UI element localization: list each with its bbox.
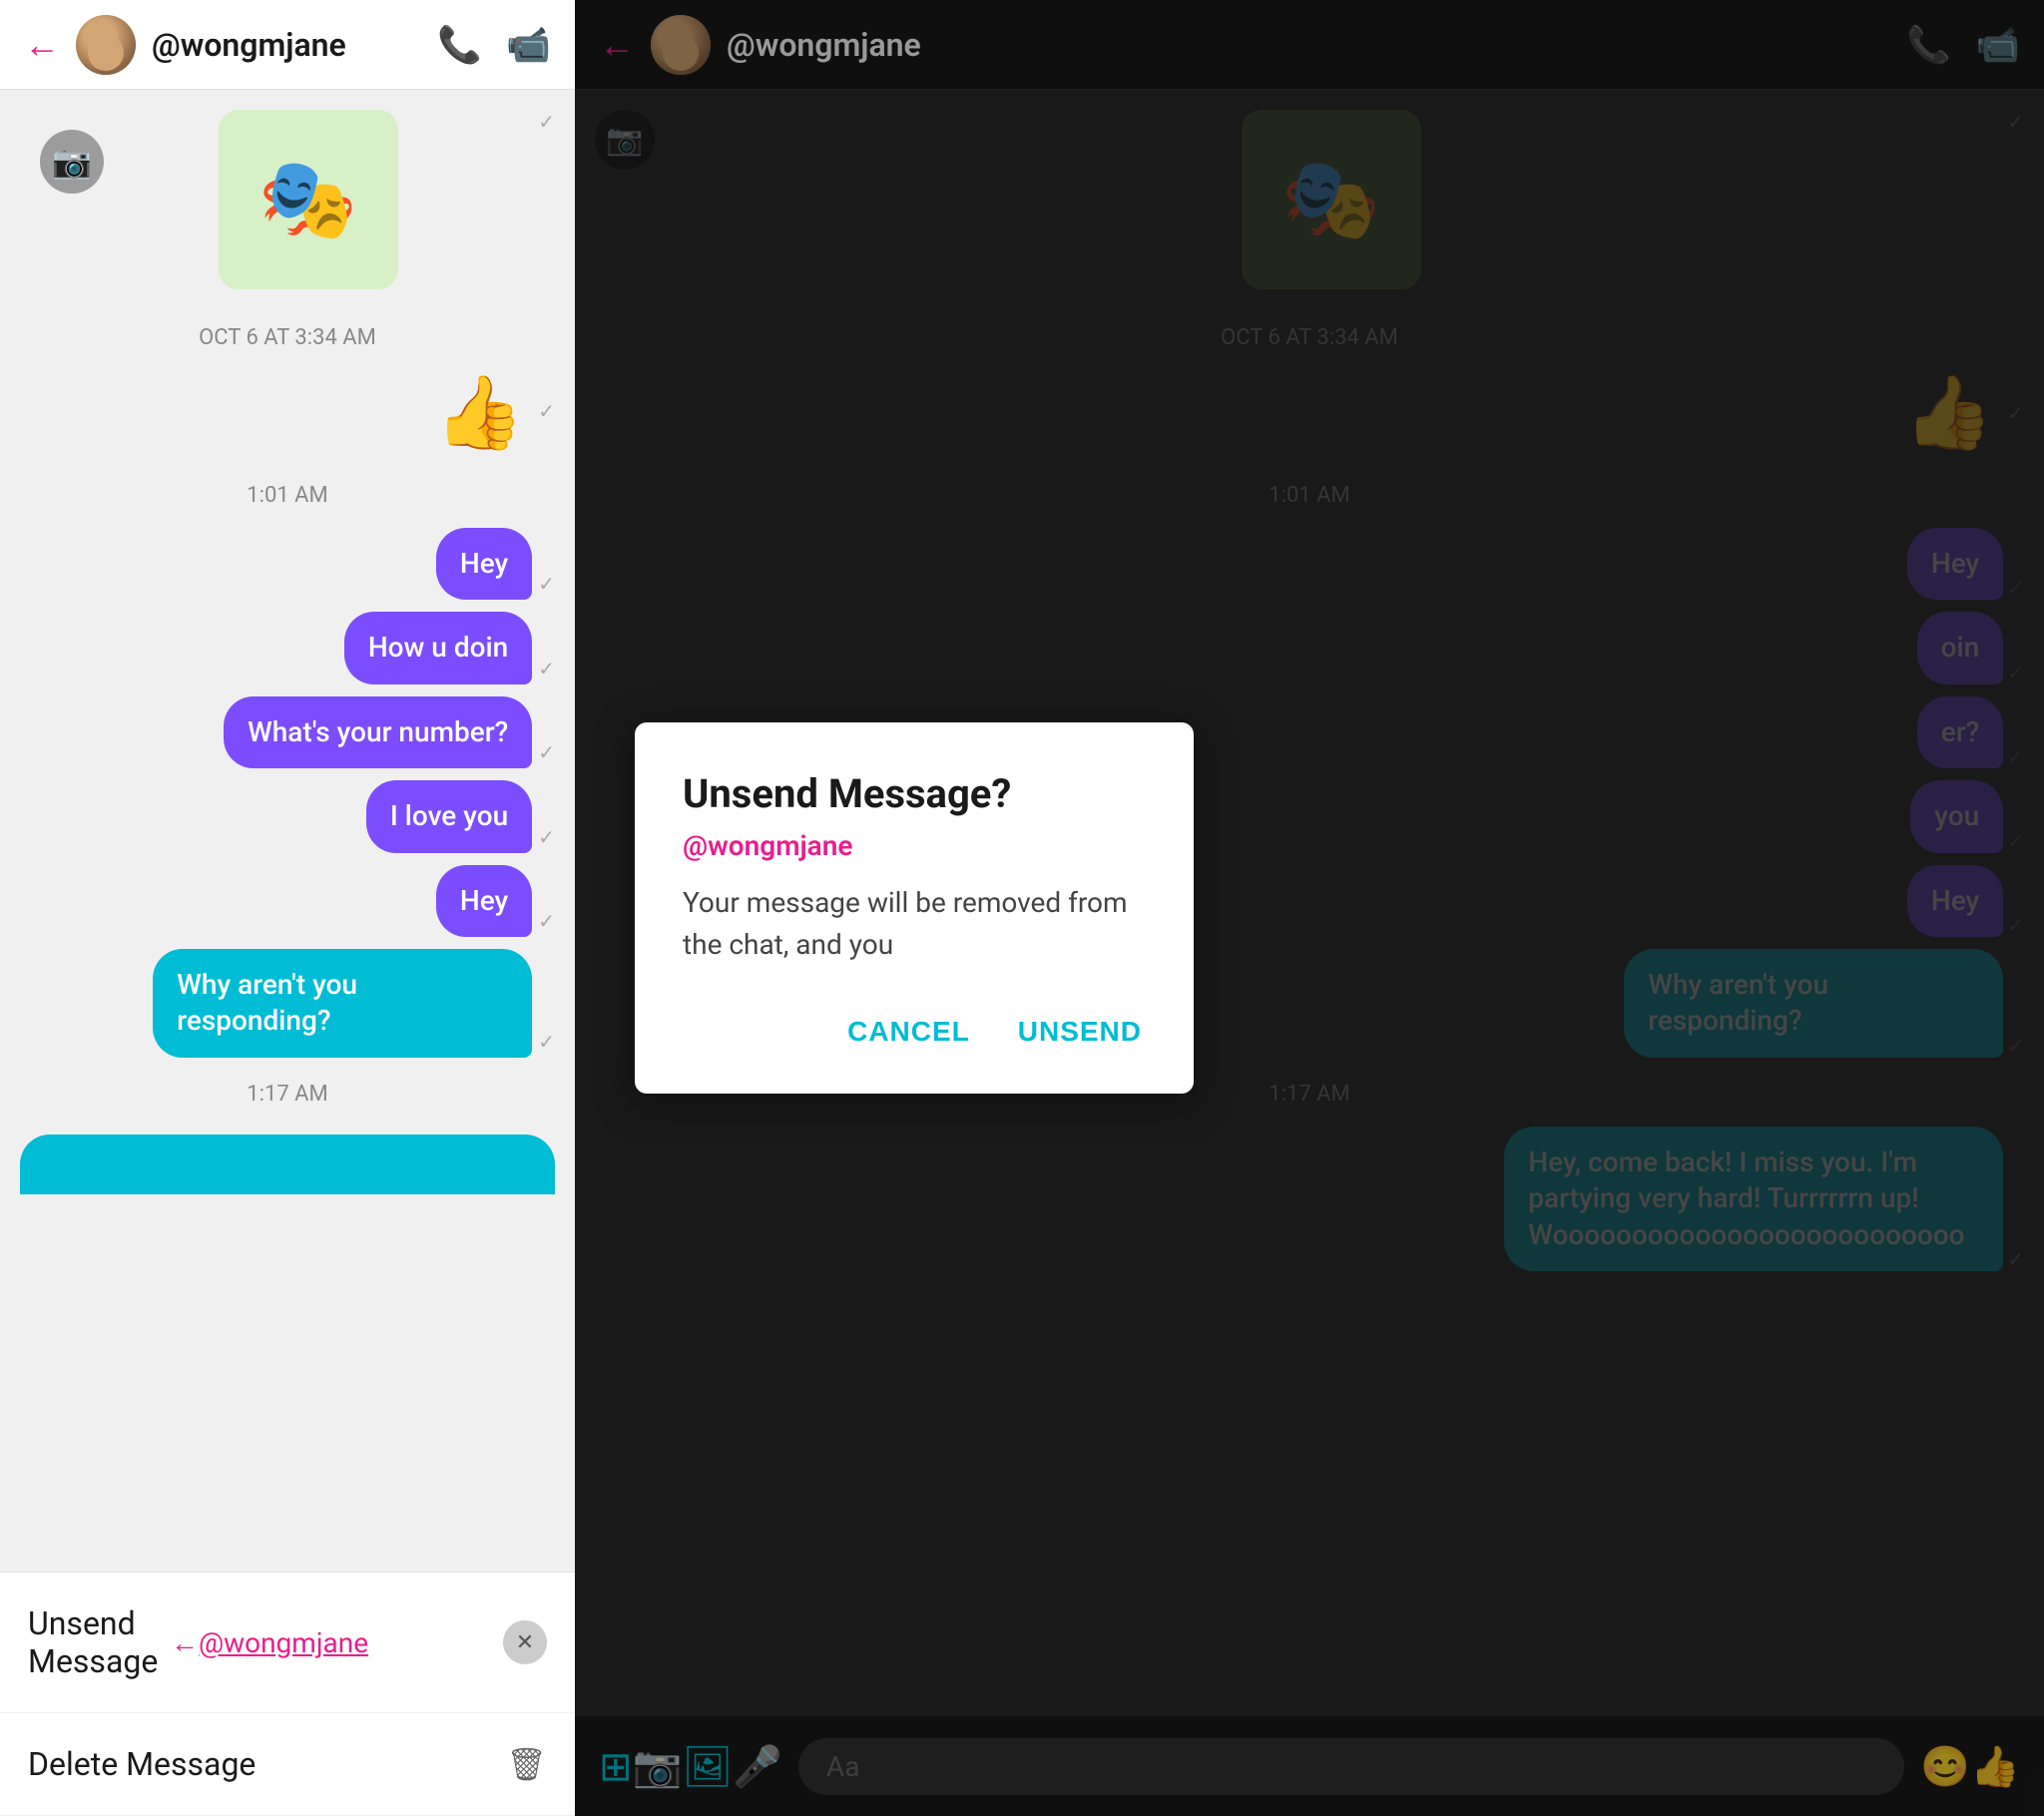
- check6: ✓: [538, 1030, 555, 1054]
- bubble-hey[interactable]: Hey: [436, 528, 532, 600]
- oct-timestamp: OCT 6 AT 3:34 AM: [20, 325, 555, 350]
- check2: ✓: [538, 657, 555, 681]
- bubble-love[interactable]: I love you: [366, 780, 532, 852]
- dialog-body: Your message will be removed from the ch…: [683, 882, 1146, 966]
- check3: ✓: [538, 740, 555, 764]
- unsend-arrow-icon: ←: [171, 1626, 199, 1659]
- bubble-hey2[interactable]: Hey: [436, 865, 532, 937]
- t117-timestamp: 1:17 AM: [20, 1082, 555, 1107]
- thumbs-check: ✓: [538, 399, 555, 423]
- back-button[interactable]: ←: [24, 24, 60, 66]
- bottom-sheet: Unsend Message ← @wongmjane ✕ Delete Mes…: [0, 1572, 575, 1816]
- dialog-title: Unsend Message?: [683, 770, 1146, 817]
- bubble-responding[interactable]: Why aren't you responding?: [153, 949, 532, 1058]
- delete-label: Delete Message: [28, 1745, 506, 1783]
- dialog-actions: CANCEL UNSEND: [683, 1006, 1146, 1058]
- cancel-button[interactable]: CANCEL: [843, 1006, 974, 1058]
- dialog-overlay: Unsend Message? @wongmjane Your message …: [575, 0, 2044, 1816]
- username-label: @wongmjane: [152, 26, 421, 64]
- close-icon: ✕: [516, 1630, 534, 1655]
- msg-love: I love you ✓: [20, 780, 555, 852]
- msg-hey: Hey ✓: [20, 528, 555, 600]
- camera-icon: 📷: [52, 143, 92, 181]
- check4: ✓: [538, 825, 555, 849]
- msg-hey2: Hey ✓: [20, 865, 555, 937]
- avatar[interactable]: [76, 15, 136, 75]
- close-button[interactable]: ✕: [503, 1620, 547, 1664]
- unsend-button[interactable]: UNSEND: [1014, 1006, 1146, 1058]
- right-panel: ← @wongmjane 📞 📹 📷 🎭 ✓ OCT 6 AT 3:34 AM …: [575, 0, 2044, 1816]
- header-icons: 📞 📹: [437, 24, 551, 66]
- sticker-image: 🎭: [219, 110, 398, 289]
- dialog-username: @wongmjane: [683, 829, 1146, 862]
- check-icon: ✓: [538, 110, 555, 134]
- left-chat-area: 📷 🎭 ✓ OCT 6 AT 3:34 AM 👍 ✓ 1:01 AM Hey ✓…: [0, 90, 575, 1572]
- unsend-dialog: Unsend Message? @wongmjane Your message …: [635, 722, 1194, 1094]
- t101-timestamp: 1:01 AM: [20, 483, 555, 508]
- msg-how: How u doin ✓: [20, 612, 555, 683]
- unsend-item[interactable]: Unsend Message ← @wongmjane ✕: [0, 1573, 575, 1713]
- left-header: ← @wongmjane 📞 📹: [0, 0, 575, 90]
- camera-button[interactable]: 📷: [40, 130, 104, 194]
- phone-icon[interactable]: 📞: [437, 24, 482, 66]
- video-icon[interactable]: 📹: [506, 24, 551, 66]
- delete-item[interactable]: Delete Message 🗑: [0, 1713, 575, 1816]
- check1: ✓: [538, 572, 555, 596]
- thumbs-row: 👍 ✓: [20, 370, 555, 455]
- msg-responding: Why aren't you responding? ✓: [20, 949, 555, 1058]
- unsend-username: @wongmjane: [199, 1626, 368, 1659]
- bubble-number[interactable]: What's your number?: [224, 696, 532, 768]
- msg-number: What's your number? ✓: [20, 696, 555, 768]
- check5: ✓: [538, 909, 555, 933]
- trash-icon: 🗑: [506, 1745, 547, 1783]
- left-panel: ← @wongmjane 📞 📹 📷 🎭 ✓ OCT 6 AT 3:34 AM …: [0, 0, 575, 1816]
- thumbs-up-emoji: 👍: [435, 370, 525, 455]
- bubble-how[interactable]: How u doin: [344, 612, 532, 683]
- unsend-label: Unsend Message: [28, 1604, 163, 1680]
- partial-bubble: [20, 1135, 555, 1194]
